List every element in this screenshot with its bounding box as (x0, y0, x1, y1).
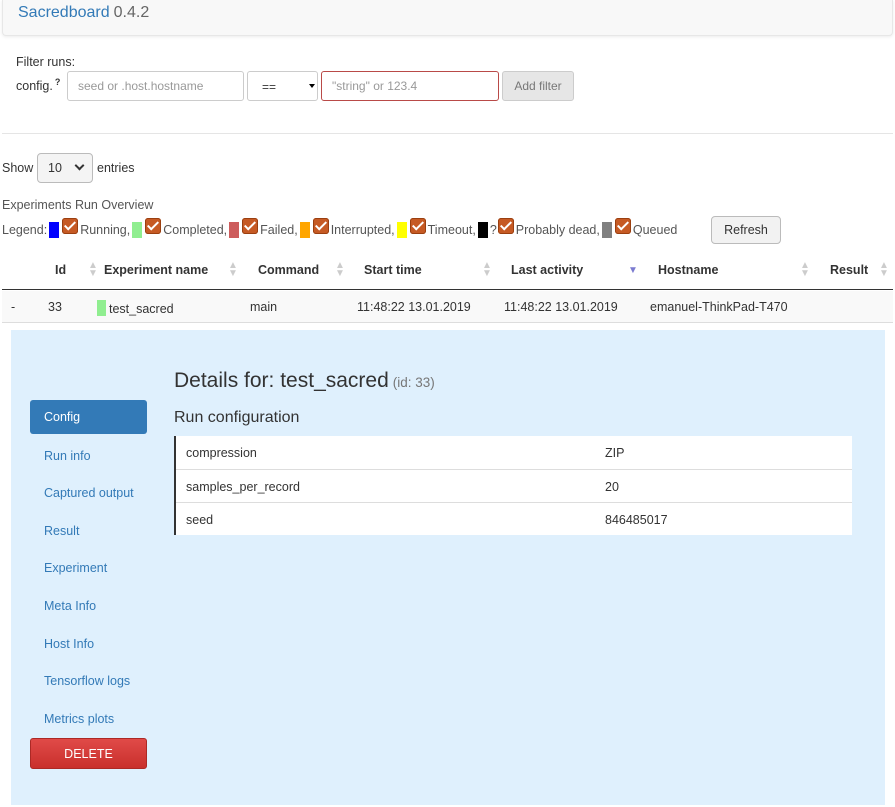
brand-name: Sacredboard (18, 4, 110, 21)
nav-experiment[interactable]: Experiment (30, 551, 147, 585)
details-title-prefix: Details for: (174, 369, 275, 392)
row-toggle[interactable]: - (11, 300, 15, 314)
legend-checkbox-running[interactable] (62, 218, 79, 234)
brand[interactable]: Sacredboard 0.4.2 (18, 4, 149, 22)
status-swatch (97, 300, 106, 316)
sort-icon[interactable]: ▲ ▼ (800, 261, 810, 279)
col-start-time[interactable]: Start time (364, 263, 422, 277)
config-label: config.? (16, 77, 60, 93)
filter-value-input[interactable] (321, 71, 499, 101)
legend-text-queued: Queued (632, 223, 678, 237)
sort-icon[interactable]: ▲ ▼ (88, 261, 98, 279)
divider (2, 133, 893, 134)
row-start-time: 11:48:22 13.01.2019 (357, 300, 471, 314)
filter-title: Filter runs: (16, 55, 76, 69)
config-label-text: config. (16, 79, 53, 93)
table-header: Id ▲ ▼ Experiment name ▲ ▼ Command ▲ ▼ Star… (2, 253, 893, 290)
nav-captured-output[interactable]: Captured output (30, 476, 147, 510)
row-last-activity: 11:48:22 13.01.2019 (504, 300, 618, 314)
legend-dead-prefix: ? (489, 223, 497, 237)
details-title-name: test_sacred (280, 369, 389, 392)
nav-tensorflow-logs[interactable]: Tensorflow logs (30, 664, 147, 698)
nav-host-info[interactable]: Host Info (30, 627, 147, 661)
row-command: main (250, 300, 278, 314)
sort-icon[interactable]: ▲ ▼ (228, 261, 238, 279)
entries-select[interactable]: 10 (37, 153, 93, 183)
nav-result[interactable]: Result (30, 514, 147, 548)
legend-label: Legend: (2, 223, 48, 237)
refresh-button[interactable]: Refresh (711, 216, 781, 244)
nav-run-info[interactable]: Run info (30, 439, 147, 473)
nav-meta-info[interactable]: Meta Info (30, 589, 147, 623)
config-row: seed 846485017 (176, 502, 852, 535)
legend-checkbox-timeout[interactable] (409, 218, 426, 234)
run-config-title: Run configuration (174, 409, 300, 426)
legend-text-dead: Probably dead, (515, 223, 600, 237)
config-key: samples_per_record (186, 480, 300, 494)
config-value: 20 (605, 480, 619, 494)
legend-swatch-failed (229, 222, 240, 238)
legend-text-completed: Completed, (163, 223, 228, 237)
sort-icon[interactable]: ▲ ▼ (482, 261, 492, 279)
row-id: 33 (48, 300, 62, 314)
show-label: Show (2, 161, 34, 175)
details-title-id: (id: 33) (392, 375, 435, 390)
legend-text-interrupted: Interrupted, (330, 223, 395, 237)
config-row: compression ZIP (176, 436, 852, 469)
col-experiment-name[interactable]: Experiment name (104, 263, 208, 277)
col-id[interactable]: Id (55, 263, 66, 277)
col-command[interactable]: Command (258, 263, 319, 277)
filter-operator-value: == (262, 80, 277, 94)
row-hostname: emanuel-ThinkPad-T470 (650, 300, 788, 314)
legend-checkbox-queued[interactable] (614, 218, 631, 234)
table-row[interactable]: - 33 test_sacred main 11:48:22 13.01.201… (2, 291, 893, 323)
add-filter-button[interactable]: Add filter (502, 71, 574, 101)
config-value: ZIP (605, 446, 625, 460)
sort-desc-icon[interactable]: ▼ (628, 266, 638, 276)
delete-button[interactable]: DELETE (30, 738, 147, 769)
legend-swatch-running (49, 222, 60, 238)
legend-swatch-timeout (396, 222, 407, 238)
overview-title: Experiments Run Overview (2, 198, 154, 212)
filter-operator-select[interactable]: == (247, 71, 318, 101)
legend: Legend: Running, Completed, Failed, Inte… (2, 216, 679, 244)
sort-icon[interactable]: ▲ ▼ (335, 261, 345, 279)
config-key: seed (186, 513, 214, 527)
legend-checkbox-interrupted[interactable] (312, 218, 329, 234)
legend-text-failed: Failed, (260, 223, 298, 237)
entries-value: 10 (48, 161, 62, 175)
nav-config[interactable]: Config (30, 400, 147, 434)
legend-text-timeout: Timeout, (427, 223, 476, 237)
config-value: 846485017 (605, 513, 668, 527)
nav-metrics-plots[interactable]: Metrics plots (30, 702, 147, 736)
col-hostname[interactable]: Hostname (658, 263, 718, 277)
col-last-activity[interactable]: Last activity (511, 263, 583, 277)
navbar: Sacredboard 0.4.2 (2, 0, 893, 36)
legend-checkbox-completed[interactable] (145, 218, 162, 234)
legend-swatch-interrupted (299, 222, 310, 238)
config-table: compression ZIP samples_per_record 20 se… (174, 436, 852, 535)
filter-key-input[interactable] (67, 71, 244, 101)
legend-text-running: Running, (80, 223, 131, 237)
config-key: compression (186, 446, 257, 460)
col-result[interactable]: Result (830, 263, 868, 277)
chevron-down-icon (74, 160, 85, 171)
details-title: Details for: test_sacred (id: 33) (174, 369, 435, 393)
sort-icon[interactable]: ▲ ▼ (879, 261, 889, 279)
legend-swatch-completed (132, 222, 143, 238)
brand-version: 0.4.2 (113, 4, 150, 21)
legend-checkbox-dead[interactable] (497, 218, 514, 234)
row-experiment: test_sacred (97, 300, 174, 316)
caret-down-icon (309, 84, 315, 88)
entries-label: entries (97, 161, 135, 175)
legend-swatch-dead (477, 222, 488, 238)
legend-swatch-queued (601, 222, 612, 238)
details-panel: Details for: test_sacred (id: 33) Run con… (11, 330, 885, 805)
config-row: samples_per_record 20 (176, 469, 852, 502)
legend-checkbox-failed[interactable] (242, 218, 259, 234)
row-experiment-name: test_sacred (109, 302, 174, 316)
help-icon[interactable]: ? (55, 77, 61, 87)
